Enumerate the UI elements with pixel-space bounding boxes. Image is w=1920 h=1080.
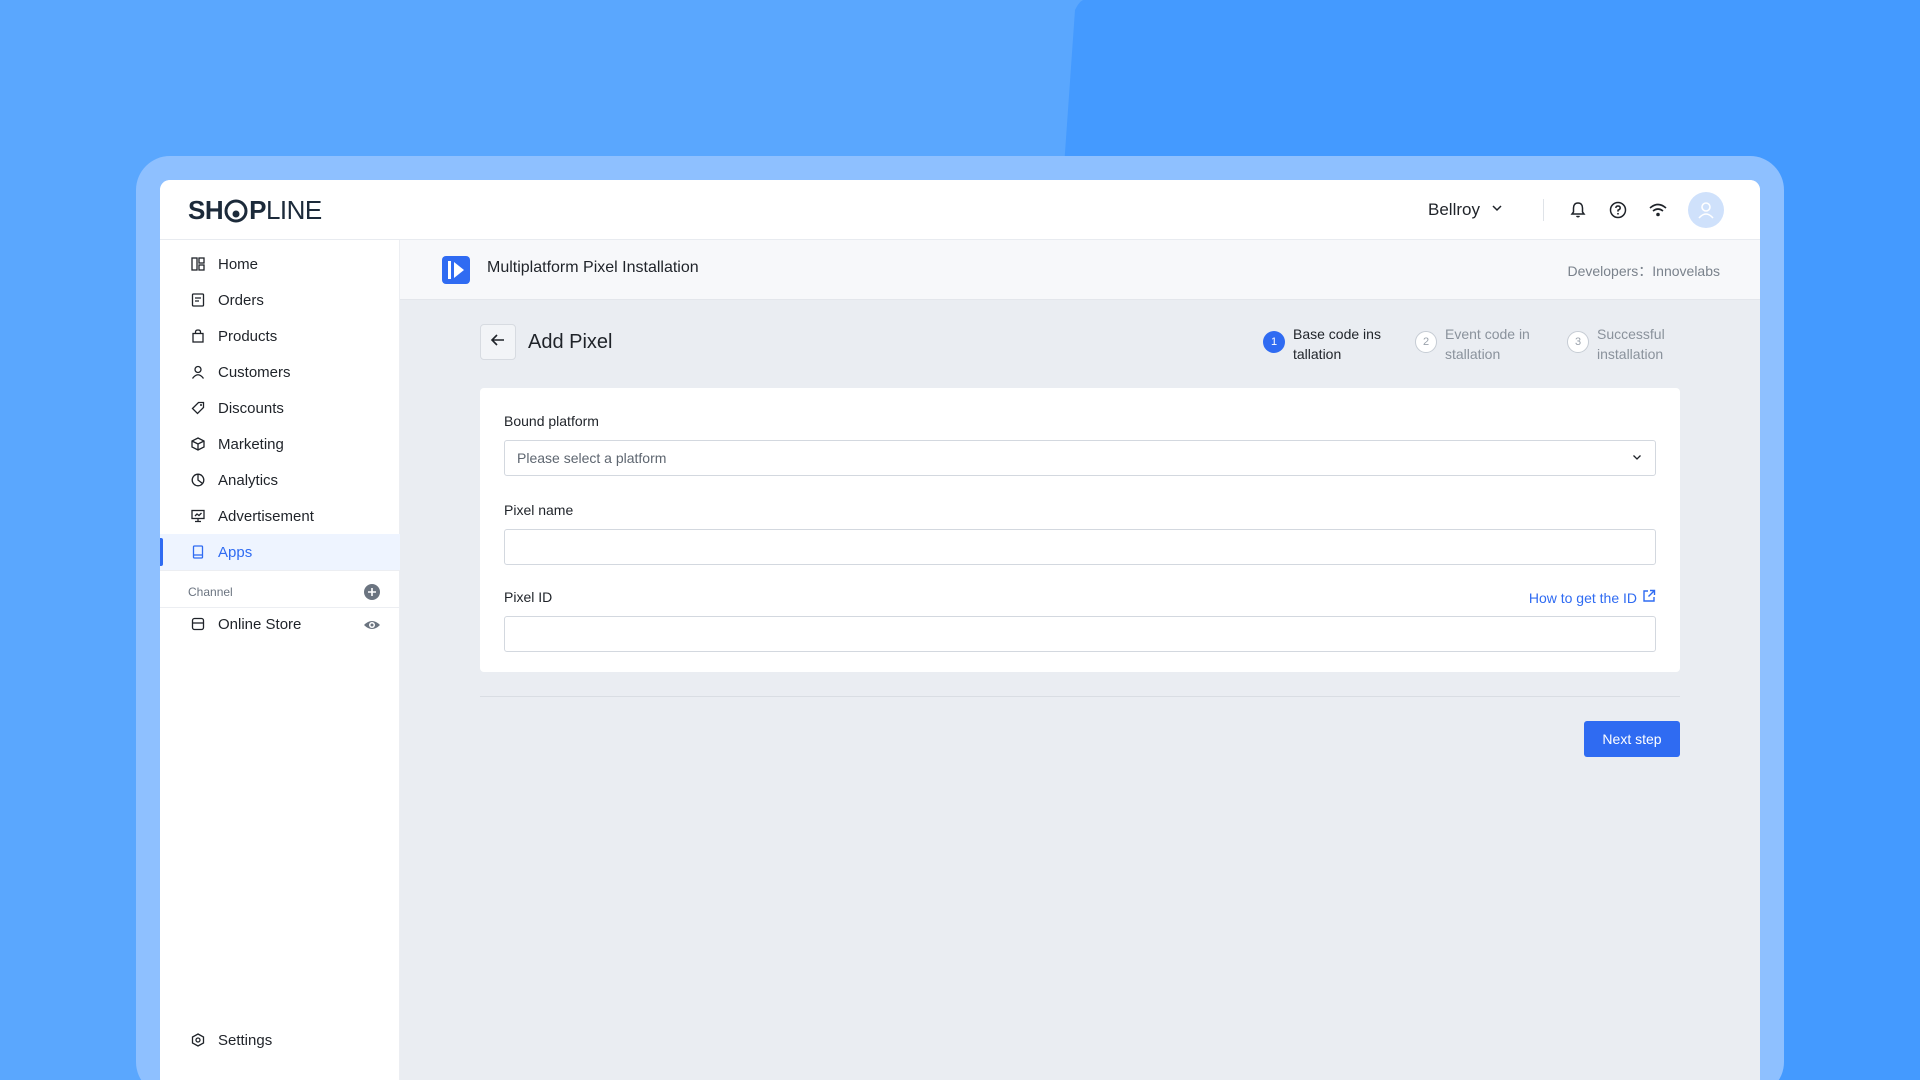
app-header: Multiplatform Pixel Installation Develop… xyxy=(400,240,1760,300)
header-divider xyxy=(1543,199,1544,221)
store-icon xyxy=(190,616,206,632)
page-title: Add Pixel xyxy=(528,330,613,353)
analytics-icon xyxy=(190,472,206,488)
sidebar-item-label: Advertisement xyxy=(218,507,314,525)
step-2: 2 Event code in stallation xyxy=(1415,324,1541,364)
advertisement-icon xyxy=(190,508,206,524)
sidebar-item-label: Apps xyxy=(218,543,253,561)
step-label: Base code ins tallation xyxy=(1293,326,1381,362)
pixel-name-input[interactable] xyxy=(504,529,1656,565)
step-label: Event code in stallation xyxy=(1445,326,1530,362)
shopline-logo[interactable]: SH P LINE xyxy=(188,195,322,225)
pixel-id-label: Pixel ID xyxy=(504,589,553,605)
sidebar-item-analytics[interactable]: Analytics xyxy=(160,462,400,498)
next-step-button[interactable]: Next step xyxy=(1584,721,1680,757)
sidebar-item-customers[interactable]: Customers xyxy=(160,354,400,390)
how-to-get-id-link[interactable]: How to get the ID xyxy=(1529,589,1656,606)
sidebar-item-label: Customers xyxy=(218,363,291,381)
step-number: 1 xyxy=(1263,331,1285,353)
sidebar-item-label: Discounts xyxy=(218,399,284,417)
platform-placeholder: Please select a platform xyxy=(517,450,667,466)
chevron-down-icon xyxy=(1631,450,1643,466)
page-header: Add Pixel xyxy=(480,324,613,360)
step-number: 3 xyxy=(1567,331,1589,353)
form-divider xyxy=(480,696,1680,697)
step-number: 2 xyxy=(1415,331,1437,353)
sidebar-item-orders[interactable]: Orders xyxy=(160,282,400,318)
apps-icon xyxy=(190,544,206,560)
customers-icon xyxy=(190,364,206,380)
sidebar-item-label: Orders xyxy=(218,291,264,309)
orders-icon xyxy=(190,292,206,308)
sidebar-item-home[interactable]: Home xyxy=(160,246,400,282)
sidebar-divider xyxy=(160,570,400,571)
back-button[interactable] xyxy=(480,324,516,360)
store-switcher[interactable]: Bellroy xyxy=(1428,198,1504,222)
home-icon xyxy=(190,256,206,272)
pixel-id-input[interactable] xyxy=(504,616,1656,652)
wifi-icon[interactable] xyxy=(1646,198,1670,222)
help-icon[interactable] xyxy=(1606,198,1630,222)
platform-select[interactable]: Please select a platform xyxy=(504,440,1656,476)
sidebar-item-label: Online Store xyxy=(218,615,302,633)
sidebar: Home Orders Products Customers Discounts… xyxy=(160,240,400,1080)
bell-icon[interactable] xyxy=(1566,198,1590,222)
developer-info: Developers：Innovelabs xyxy=(1567,263,1720,279)
step-label: Successful installation xyxy=(1597,326,1665,362)
app-title: Multiplatform Pixel Installation xyxy=(487,259,699,276)
store-name: Bellroy xyxy=(1428,200,1480,219)
eye-icon[interactable] xyxy=(363,616,381,634)
sidebar-item-label: Products xyxy=(218,327,278,345)
products-icon xyxy=(190,328,206,344)
sidebar-item-apps[interactable]: Apps xyxy=(160,534,400,570)
sidebar-item-products[interactable]: Products xyxy=(160,318,400,354)
how-to-link-text: How to get the ID xyxy=(1528,589,1637,606)
sidebar-item-label: Analytics xyxy=(218,471,279,489)
progress-steps: 1 Base code ins tallation 2 Event code i… xyxy=(1263,324,1688,364)
settings-icon xyxy=(190,1032,206,1048)
logo-text-mid: P xyxy=(249,194,266,225)
sidebar-item-label: Home xyxy=(218,255,259,273)
logo-text-left: SH xyxy=(188,194,224,225)
sidebar-item-label: Marketing xyxy=(218,435,284,453)
external-link-icon xyxy=(1642,589,1656,606)
app-window: SH P LINE Bellroy Home Orders Products C… xyxy=(160,180,1760,1080)
main-content: Multiplatform Pixel Installation Develop… xyxy=(400,240,1760,1080)
pixel-name-label: Pixel name xyxy=(504,502,574,518)
sidebar-item-advertisement[interactable]: Advertisement xyxy=(160,498,400,534)
sidebar-item-label: Settings xyxy=(218,1031,273,1049)
sidebar-item-marketing[interactable]: Marketing xyxy=(160,426,400,462)
step-1: 1 Base code ins tallation xyxy=(1263,324,1389,364)
arrow-left-icon xyxy=(490,332,506,353)
add-channel-icon[interactable] xyxy=(363,583,381,601)
logo-text-right: LINE xyxy=(265,194,322,225)
app-logo-icon xyxy=(442,256,470,284)
avatar-icon[interactable] xyxy=(1688,192,1724,228)
sidebar-item-discounts[interactable]: Discounts xyxy=(160,390,400,426)
pixel-form-card: Bound platform Please select a platform … xyxy=(480,388,1680,672)
logo-o-icon xyxy=(224,199,248,223)
channel-label: Channel xyxy=(188,585,233,599)
chevron-down-icon xyxy=(1490,200,1504,220)
marketing-icon xyxy=(190,436,206,452)
discounts-icon xyxy=(190,400,206,416)
step-3: 3 Successful installation xyxy=(1567,324,1693,364)
top-bar: SH P LINE Bellroy xyxy=(160,180,1760,240)
sidebar-item-settings[interactable]: Settings xyxy=(160,1022,400,1058)
platform-label: Bound platform xyxy=(504,413,599,429)
